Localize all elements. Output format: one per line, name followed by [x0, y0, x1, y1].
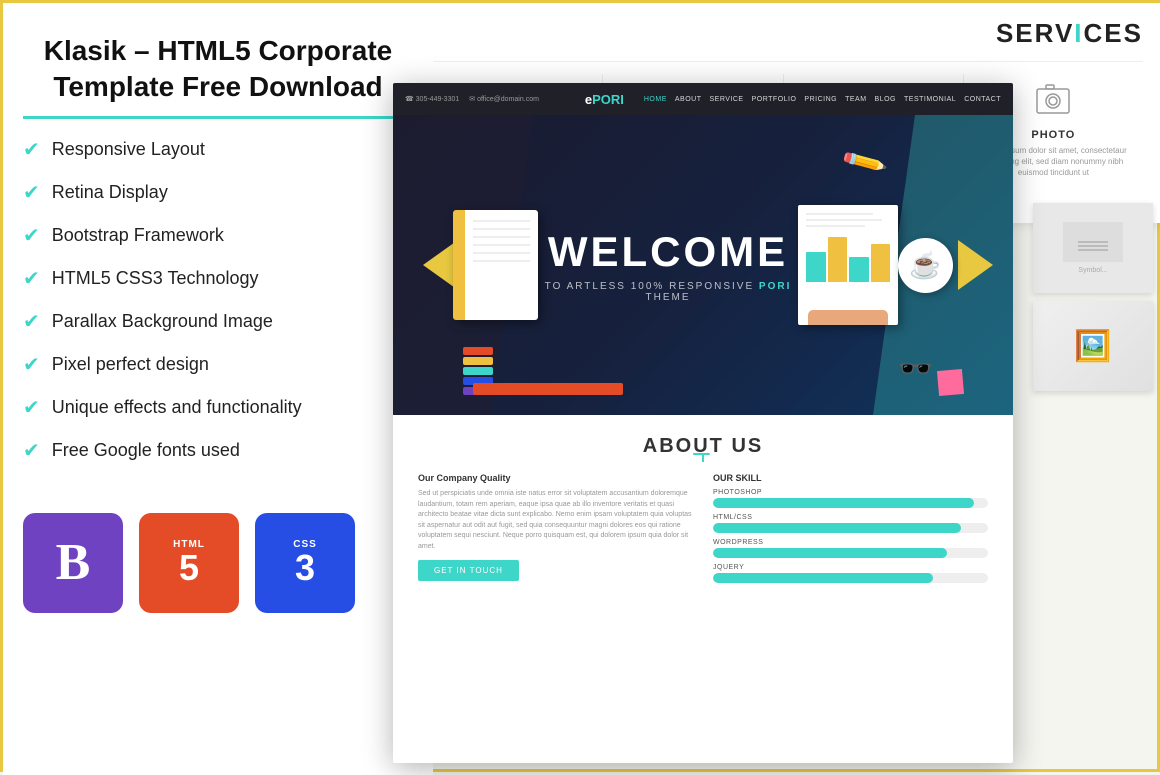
- nav-link-pricing[interactable]: PRICING: [804, 96, 837, 103]
- list-item: ✔ Bootstrap Framework: [23, 223, 413, 248]
- css3-badge: CSS 3: [255, 513, 355, 613]
- features-list: ✔ Responsive Layout ✔ Retina Display ✔ B…: [23, 137, 413, 463]
- list-item: ✔ Free Google fonts used: [23, 438, 413, 463]
- hero-glasses-icon: 🕶️: [898, 352, 933, 385]
- skill-fill: [713, 498, 974, 508]
- site-hero: WELCOME TO ARTLESS 100% RESPONSIVE PORI …: [393, 115, 1013, 415]
- hero-notebook: [453, 210, 538, 320]
- css3-number: 3: [293, 550, 317, 586]
- skill-htmlcss: HTML/CSS: [713, 514, 988, 533]
- skill-track: [713, 548, 988, 558]
- skill-wordpress: WORDPRESS: [713, 539, 988, 558]
- list-item: ✔ Responsive Layout: [23, 137, 413, 162]
- nav-link-testimonial[interactable]: TESTIMONIAL: [904, 96, 956, 103]
- site-email: ✉ office@domain.com: [469, 95, 539, 103]
- site-logo: ePORI: [585, 92, 624, 107]
- list-item: ✔ Parallax Background Image: [23, 309, 413, 334]
- page-title: Klasik – HTML5 Corporate Template Free D…: [23, 33, 413, 119]
- check-icon: ✔: [23, 395, 40, 420]
- html5-number: 5: [173, 550, 205, 586]
- check-icon: ✔: [23, 438, 40, 463]
- check-icon: ✔: [23, 309, 40, 334]
- hero-next-arrow[interactable]: [958, 240, 993, 290]
- hero-banner: [473, 383, 623, 395]
- nav-link-contact[interactable]: CONTACT: [964, 96, 1001, 103]
- feature-label: Retina Display: [52, 182, 168, 203]
- company-quality-text: Sed ut perspiciatis unde omnia iste natu…: [418, 489, 693, 552]
- hero-content: WELCOME TO ARTLESS 100% RESPONSIVE PORI …: [538, 228, 798, 303]
- hero-coffee-cup: ☕: [898, 238, 953, 293]
- skill-track: [713, 523, 988, 533]
- swatch-yellow: [463, 357, 493, 365]
- list-item: ✔ HTML5 CSS3 Technology: [23, 266, 413, 291]
- hero-title: WELCOME: [538, 228, 798, 276]
- nav-link-portfolio[interactable]: PORTFOLIO: [752, 96, 797, 103]
- feature-label: Bootstrap Framework: [52, 225, 224, 246]
- nav-link-service[interactable]: SERVICE: [709, 96, 743, 103]
- hero-brand: PORI: [759, 281, 791, 292]
- skill-track: [713, 573, 988, 583]
- site-navbar: ☎ 305-449-3301 ✉ office@domain.com ePORI…: [393, 83, 1013, 115]
- nav-link-team[interactable]: TEAM: [845, 96, 866, 103]
- feature-label: Pixel perfect design: [52, 354, 209, 375]
- skill-name: PHOTOSHOP: [713, 489, 988, 496]
- right-panel: SERVICES GRAPHICS Lorem ipsum dolor sit …: [353, 3, 1160, 775]
- nav-link-blog[interactable]: BLOG: [875, 96, 896, 103]
- check-icon: ✔: [23, 352, 40, 377]
- thumbnail-panel-1: Symbol...: [1033, 203, 1153, 293]
- feature-label: Unique effects and functionality: [52, 397, 302, 418]
- get-in-touch-button[interactable]: GET IN TOUCH: [418, 560, 519, 581]
- feature-label: HTML5 CSS3 Technology: [52, 268, 259, 289]
- skill-fill: [713, 573, 933, 583]
- skill-name: WORDPRESS: [713, 539, 988, 546]
- hero-subtitle: TO ARTLESS 100% RESPONSIVE PORI THEME: [538, 281, 798, 303]
- hero-sticky-note: [937, 369, 964, 396]
- nav-link-about[interactable]: ABOUT: [675, 96, 702, 103]
- list-item: ✔ Retina Display: [23, 180, 413, 205]
- skill-track: [713, 498, 988, 508]
- thumb-content: Symbol...: [1058, 217, 1128, 279]
- company-quality-title: Our Company Quality: [418, 473, 693, 483]
- bootstrap-icon: B: [56, 533, 91, 592]
- html5-badge: HTML 5: [139, 513, 239, 613]
- bootstrap-badge: B: [23, 513, 123, 613]
- skill-fill: [713, 548, 947, 558]
- skills-title: OUR SKILL: [713, 473, 988, 483]
- check-icon: ✔: [23, 223, 40, 248]
- skill-fill: [713, 523, 961, 533]
- feature-label: Free Google fonts used: [52, 440, 240, 461]
- tech-badges: B HTML 5 CSS 3: [23, 493, 413, 613]
- check-icon: ✔: [23, 180, 40, 205]
- swatch-orange: [463, 347, 493, 355]
- list-item: ✔ Unique effects and functionality: [23, 395, 413, 420]
- skill-photoshop: PHOTOSHOP: [713, 489, 988, 508]
- site-about-section: ABOUT US Our Company Quality Sed ut pers…: [393, 415, 1013, 609]
- skill-name: JQUERY: [713, 564, 988, 571]
- feature-label: Responsive Layout: [52, 139, 205, 160]
- skill-jquery: JQUERY: [713, 564, 988, 583]
- right-thumbnails: Symbol... 🖼️: [1033, 203, 1160, 399]
- hero-document: [798, 205, 898, 325]
- about-skills: OUR SKILL PHOTOSHOP HTML/CSS: [713, 473, 988, 589]
- site-phone: ☎ 305-449-3301: [405, 95, 459, 103]
- thumb-icon: 🖼️: [1074, 329, 1111, 364]
- services-title: SERVICES: [423, 18, 1143, 49]
- about-company-quality: Our Company Quality Sed ut perspiciatis …: [418, 473, 693, 589]
- thumbnail-panel-2: 🖼️: [1033, 301, 1153, 391]
- swatch-teal: [463, 367, 493, 375]
- website-preview: ☎ 305-449-3301 ✉ office@domain.com ePORI…: [393, 83, 1013, 763]
- services-title-accent: I: [1074, 18, 1083, 48]
- left-panel: Klasik – HTML5 Corporate Template Free D…: [3, 3, 433, 775]
- nav-link-home[interactable]: HOME: [644, 96, 667, 103]
- about-title: ABOUT US: [418, 435, 988, 458]
- about-columns: Our Company Quality Sed ut perspiciatis …: [418, 473, 988, 589]
- list-item: ✔ Pixel perfect design: [23, 352, 413, 377]
- check-icon: ✔: [23, 137, 40, 162]
- check-icon: ✔: [23, 266, 40, 291]
- site-nav-links: HOME ABOUT SERVICE PORTFOLIO PRICING TEA…: [644, 96, 1001, 103]
- feature-label: Parallax Background Image: [52, 311, 273, 332]
- skill-name: HTML/CSS: [713, 514, 988, 521]
